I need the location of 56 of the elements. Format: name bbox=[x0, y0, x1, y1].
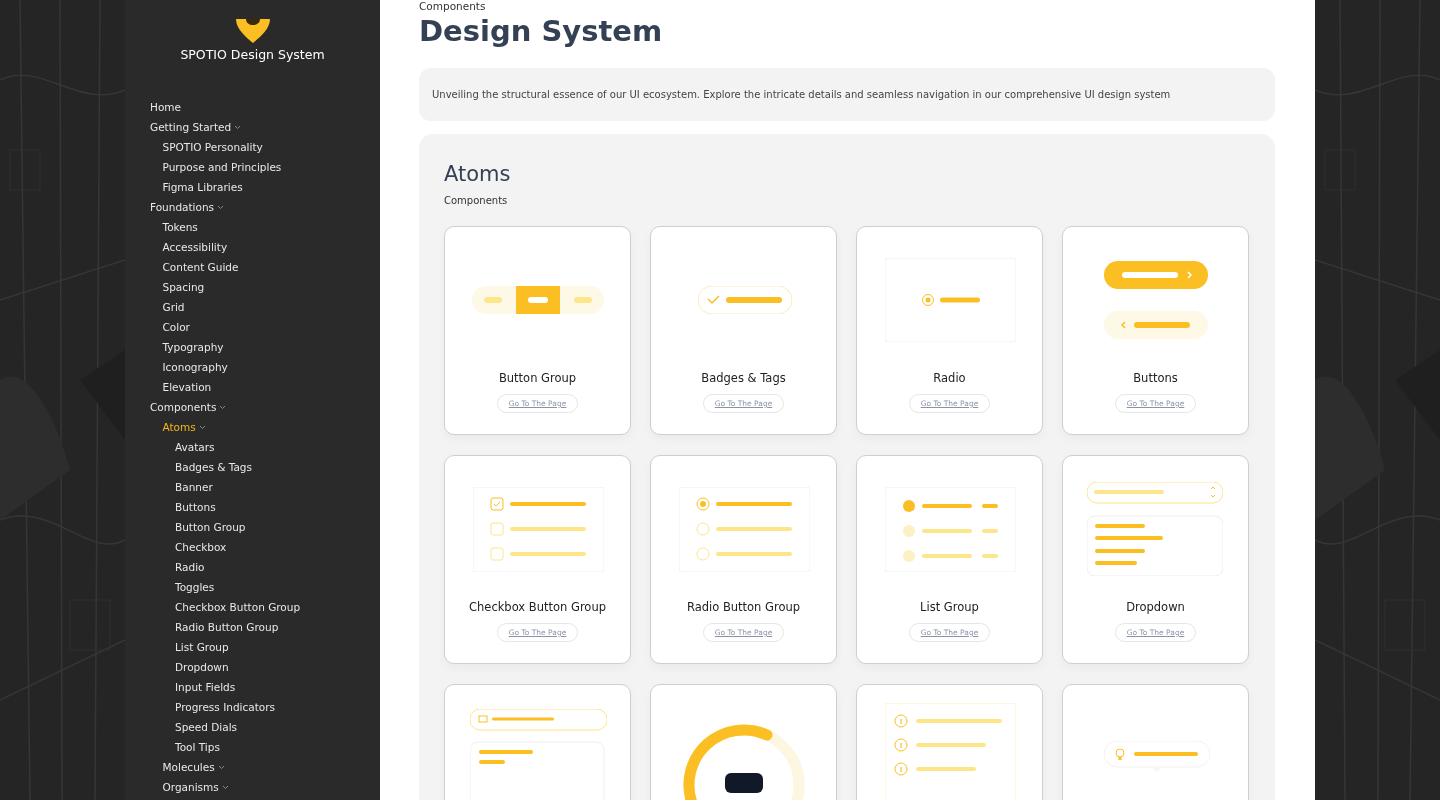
nav-link[interactable]: Spacing bbox=[150, 277, 380, 297]
section-subtitle: Components bbox=[444, 195, 509, 206]
nav-link[interactable]: Progress Indicators bbox=[150, 697, 380, 717]
nav-link[interactable]: Elevation bbox=[150, 377, 380, 397]
nav-link[interactable]: Typography bbox=[150, 337, 380, 357]
card-title: Badges & Tags bbox=[701, 371, 786, 385]
nav-link[interactable]: Purpose and Principles bbox=[150, 157, 380, 177]
nav-link[interactable]: Content Guide bbox=[150, 257, 380, 277]
caret-icon bbox=[221, 784, 229, 790]
nav-link[interactable]: Badges & Tags bbox=[150, 457, 380, 477]
nav-link[interactable]: Buttons bbox=[150, 497, 380, 517]
page-title: Design System bbox=[419, 14, 664, 48]
nav-group[interactable]: Atoms bbox=[150, 417, 380, 437]
nav-link[interactable]: Figma Libraries bbox=[150, 177, 380, 197]
card-title: Radio bbox=[933, 371, 966, 385]
card-title: Radio Button Group bbox=[686, 600, 801, 614]
nav-link[interactable]: Speed Dials bbox=[150, 717, 380, 737]
nav-link[interactable]: Banner bbox=[150, 477, 380, 497]
nav-link[interactable]: SPOTIO Personality bbox=[150, 137, 380, 157]
caret-icon bbox=[217, 764, 225, 770]
logo-icon bbox=[233, 19, 272, 43]
nav-link[interactable]: Radio Button Group bbox=[150, 617, 380, 637]
breadcrumb: Components bbox=[419, 0, 487, 12]
section-title: Atoms bbox=[444, 162, 512, 186]
card-title: Dropdown bbox=[1126, 600, 1185, 614]
nav-link[interactable]: Tool Tips bbox=[150, 737, 380, 757]
card-title: Button Group bbox=[498, 371, 577, 385]
nav-link[interactable]: Avatars bbox=[150, 437, 380, 457]
nav-group[interactable]: Molecules bbox=[150, 757, 380, 777]
nav-link[interactable]: Iconography bbox=[150, 357, 380, 377]
nav-link[interactable]: List Group bbox=[150, 637, 380, 657]
caret-icon bbox=[219, 404, 227, 410]
card-title: Checkbox Button Group bbox=[469, 600, 606, 614]
nav-link[interactable]: Radio bbox=[150, 557, 380, 577]
nav-link[interactable]: Input Fields bbox=[150, 677, 380, 697]
description-text: Unveiling the structural essence of our UI ecosystem. Explore the intricate details and seamless navigation in our comprehensive UI design system bbox=[419, 68, 1275, 121]
caret-icon bbox=[217, 204, 225, 210]
nav-link[interactable]: Toggles bbox=[150, 577, 380, 597]
nav-link[interactable]: Checkbox bbox=[150, 537, 380, 557]
nav-link[interactable]: Dropdown bbox=[150, 657, 380, 677]
nav-group[interactable]: Organisms bbox=[150, 777, 380, 797]
caret-icon bbox=[198, 424, 206, 430]
nav-group[interactable]: Foundations bbox=[150, 197, 380, 217]
caret-icon bbox=[234, 124, 242, 130]
nav-link[interactable]: Checkbox Button Group bbox=[150, 597, 380, 617]
brand-name: SPOTIO Design System bbox=[180, 47, 325, 62]
nav-link[interactable]: Accessibility bbox=[150, 237, 380, 257]
nav-link[interactable]: Home bbox=[150, 97, 380, 117]
nav-link[interactable]: Grid bbox=[150, 297, 380, 317]
card-title: Buttons bbox=[1133, 371, 1178, 385]
nav-link[interactable]: Tokens bbox=[150, 217, 380, 237]
nav-link[interactable]: Button Group bbox=[150, 517, 380, 537]
nav-link[interactable]: Color bbox=[150, 317, 380, 337]
nav-group[interactable]: Components bbox=[150, 397, 380, 417]
card-title: List Group bbox=[920, 600, 979, 614]
nav-group[interactable]: Getting Started bbox=[150, 117, 380, 137]
